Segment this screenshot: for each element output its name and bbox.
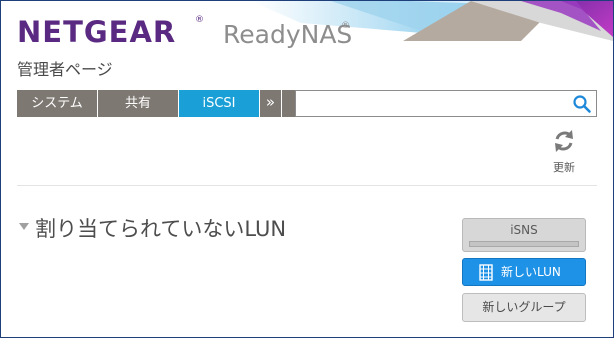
logo-registered-mark: ®: [195, 15, 204, 25]
section-title-unassigned-lun[interactable]: 割り当てられていないLUN: [35, 211, 295, 247]
nav-filler: [282, 90, 296, 117]
tab-system[interactable]: システム: [17, 90, 98, 117]
new-lun-label: 新しいLUN: [501, 265, 561, 279]
nav-more-button[interactable]: »: [260, 90, 282, 117]
refresh-icon: [555, 130, 573, 152]
page-subtitle: 管理者ページ: [17, 60, 113, 79]
search-box: [295, 90, 597, 117]
triangle-down-icon[interactable]: [19, 223, 29, 230]
refresh-label: 更新: [553, 161, 575, 174]
new-group-button[interactable]: 新しいグループ: [462, 293, 586, 322]
netgear-logo: NETGEAR: [17, 15, 177, 49]
isns-bar: [469, 241, 579, 247]
main-nav: システム 共有 iSCSI »: [17, 90, 296, 117]
tab-iscsi[interactable]: iSCSI: [179, 90, 260, 117]
tab-shares[interactable]: 共有: [98, 90, 179, 117]
product-name: ReadyNAS: [223, 20, 353, 49]
app-window: NETGEAR ® ReadyNAS ® 管理者ページ システム 共有 iSCS…: [0, 0, 614, 338]
divider: [17, 185, 597, 186]
isns-button[interactable]: iSNS: [462, 218, 586, 252]
isns-label: iSNS: [510, 223, 538, 237]
lun-icon: [479, 264, 493, 281]
new-lun-button[interactable]: 新しいLUN: [462, 258, 586, 286]
refresh-button[interactable]: 更新: [547, 128, 581, 175]
search-icon[interactable]: [572, 94, 592, 114]
search-input[interactable]: [296, 91, 568, 116]
product-registered-mark: ®: [341, 21, 350, 31]
